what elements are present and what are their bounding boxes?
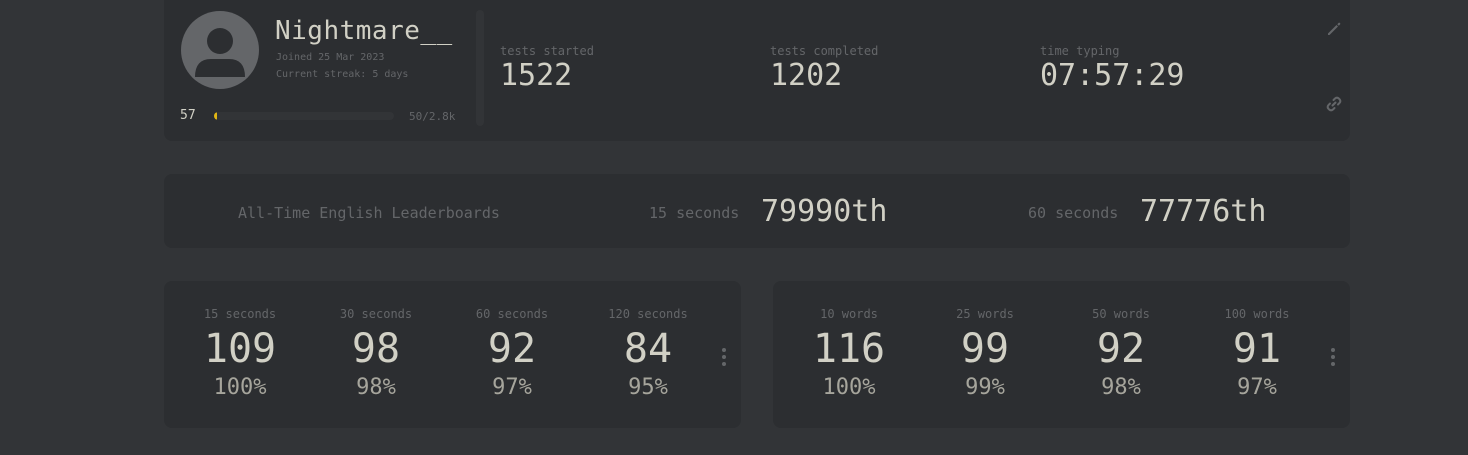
pb-wpm: 98 <box>351 326 401 372</box>
profile-card: Nightmare__ Joined 25 Mar 2023 Current s… <box>164 0 1350 141</box>
pencil-icon[interactable] <box>1325 20 1343 38</box>
pb-mode: 100 words <box>1224 307 1290 321</box>
pb-time-120[interactable]: 120 seconds 84 95% <box>593 307 703 401</box>
pb-mode: 15 seconds <box>203 307 277 321</box>
pb-mode: 120 seconds <box>608 307 688 321</box>
pb-accuracy: 98% <box>1101 375 1141 400</box>
pb-mode: 10 words <box>820 307 878 321</box>
personal-bests-words-card: 10 words 116 100% 25 words 99 99% 50 wor… <box>773 281 1350 428</box>
xp-progress-fill <box>214 112 218 120</box>
more-vertical-icon[interactable] <box>722 348 726 366</box>
pb-accuracy: 97% <box>492 375 532 400</box>
stat-label: tests completed <box>770 44 879 58</box>
pb-wpm: 99 <box>960 326 1010 372</box>
xp-progress-bar <box>214 112 394 120</box>
stat-label: tests started <box>500 44 594 58</box>
current-streak: Current streak: 5 days <box>276 69 409 80</box>
stat-tests-started: tests started 1522 <box>500 44 594 94</box>
pb-mode: 25 words <box>956 307 1014 321</box>
pb-time-60[interactable]: 60 seconds 92 97% <box>457 307 567 401</box>
stat-tests-completed: tests completed 1202 <box>770 44 878 94</box>
pb-wpm: 92 <box>1096 326 1146 372</box>
stat-value: 1522 <box>500 58 573 93</box>
level-badge: 57 <box>180 108 196 123</box>
pb-mode: 30 seconds <box>339 307 413 321</box>
pb-wpm: 116 <box>812 326 886 372</box>
pb-mode: 50 words <box>1092 307 1150 321</box>
leaderboard-mode-60: 60 seconds <box>1028 204 1119 222</box>
pb-accuracy: 98% <box>356 375 396 400</box>
pb-time-15[interactable]: 15 seconds 109 100% <box>185 307 295 401</box>
pb-wpm: 84 <box>623 326 673 372</box>
pb-accuracy: 99% <box>965 375 1005 400</box>
pb-time-30[interactable]: 30 seconds 98 98% <box>321 307 431 401</box>
leaderboard-card: All-Time English Leaderboards 15 seconds… <box>164 174 1350 248</box>
pb-wpm: 91 <box>1232 326 1282 372</box>
joined-date: Joined 25 Mar 2023 <box>276 52 385 63</box>
stat-value: 07:57:29 <box>1040 58 1185 93</box>
pb-wpm: 92 <box>487 326 537 372</box>
link-icon[interactable] <box>1325 95 1343 113</box>
pb-wpm: 109 <box>203 326 277 372</box>
pb-accuracy: 95% <box>628 375 668 400</box>
leaderboard-mode-15: 15 seconds <box>649 204 740 222</box>
xp-text: 50/2.8k <box>409 110 456 123</box>
stat-time-typing: time typing 07:57:29 <box>1040 44 1185 94</box>
leaderboard-rank-15: 79990th <box>761 194 888 229</box>
pb-words-100[interactable]: 100 words 91 97% <box>1202 307 1312 401</box>
stat-value: 1202 <box>770 58 843 93</box>
username: Nightmare__ <box>275 16 453 46</box>
pb-words-10[interactable]: 10 words 116 100% <box>794 307 904 401</box>
personal-bests-time-card: 15 seconds 109 100% 30 seconds 98 98% 60… <box>164 281 741 428</box>
pb-accuracy: 97% <box>1237 375 1277 400</box>
pb-accuracy: 100% <box>213 375 267 400</box>
profile-divider <box>476 10 484 126</box>
pb-words-50[interactable]: 50 words 92 98% <box>1066 307 1176 401</box>
leaderboard-rank-60: 77776th <box>1140 194 1267 229</box>
leaderboard-title: All-Time English Leaderboards <box>238 204 500 222</box>
pb-mode: 60 seconds <box>475 307 549 321</box>
pb-accuracy: 100% <box>822 375 876 400</box>
more-vertical-icon[interactable] <box>1331 348 1335 366</box>
user-avatar-icon[interactable] <box>181 11 259 89</box>
pb-words-25[interactable]: 25 words 99 99% <box>930 307 1040 401</box>
stat-label: time typing <box>1040 44 1120 58</box>
